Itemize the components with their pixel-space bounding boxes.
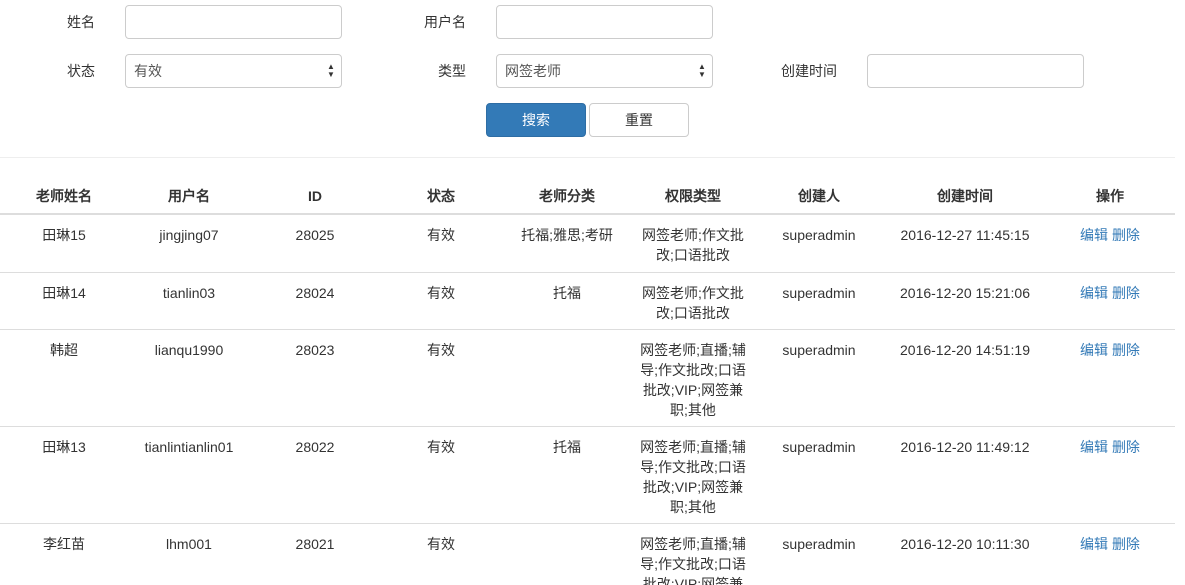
- name-input[interactable]: [125, 5, 342, 39]
- delete-link[interactable]: 删除: [1112, 439, 1140, 455]
- created-time: 2016-12-27 11:45:15: [900, 227, 1030, 243]
- table-row: 田琳15 jingjing07 28025 有效 托福;雅思;考研 网签老师;作…: [0, 215, 1175, 272]
- teacher-id: 28025: [295, 227, 335, 243]
- delete-link[interactable]: 删除: [1112, 285, 1140, 301]
- teacher-id: 28023: [295, 342, 335, 358]
- permission-line: 职;其他: [670, 402, 716, 418]
- creator: superadmin: [782, 342, 856, 358]
- username: lhm001: [166, 536, 212, 552]
- permission-type: 网签老师;作文批 改;口语批改: [633, 225, 753, 265]
- table-row: 田琳14 tianlin03 28024 有效 托福 网签老师;作文批 改;口语…: [0, 272, 1175, 330]
- teacher-id: 28022: [295, 439, 335, 455]
- username-label: 用户名: [424, 14, 466, 30]
- edit-link[interactable]: 编辑: [1080, 227, 1108, 243]
- permission-type: 网签老师;直播;辅 导;作文批改;口语 批改;VIP;网签兼 职;其他: [633, 437, 753, 517]
- teacher-category: 托福: [553, 285, 581, 301]
- name-label: 姓名: [67, 14, 95, 30]
- username: tianlintianlin01: [144, 439, 234, 455]
- creator: superadmin: [782, 285, 856, 301]
- permission-line: 批改;VIP;网签兼: [642, 479, 744, 495]
- row-actions: 编辑 删除: [1050, 283, 1170, 303]
- status: 有效: [427, 227, 455, 243]
- permission-type: 网签老师;直播;辅 导;作文批改;口语 批改;VIP;网签兼: [633, 534, 753, 585]
- edit-link[interactable]: 编辑: [1080, 439, 1108, 455]
- select-arrows-icon: ▲ ▼: [698, 62, 706, 79]
- select-arrows-icon: ▲ ▼: [327, 62, 335, 79]
- permission-line: 网签老师;直播;辅: [640, 342, 746, 358]
- edit-link[interactable]: 编辑: [1080, 536, 1108, 552]
- teacher-name: 韩超: [50, 342, 78, 358]
- col-teacher-category: 老师分类: [539, 188, 595, 204]
- status: 有效: [427, 285, 455, 301]
- delete-link[interactable]: 删除: [1112, 227, 1140, 243]
- teacher-name: 李红苗: [43, 536, 85, 552]
- search-button[interactable]: 搜索: [486, 103, 586, 137]
- col-teacher-name: 老师姓名: [36, 188, 92, 204]
- teacher-id: 28024: [295, 285, 335, 301]
- col-created-time: 创建时间: [937, 188, 993, 204]
- permission-line: 改;口语批改: [656, 305, 730, 321]
- row-actions: 编辑 删除: [1050, 225, 1170, 245]
- created-time: 2016-12-20 14:51:19: [900, 342, 1030, 358]
- permission-line: 职;其他: [670, 499, 716, 515]
- permission-type: 网签老师;直播;辅 导;作文批改;口语 批改;VIP;网签兼 职;其他: [633, 340, 753, 420]
- reset-button[interactable]: 重置: [589, 103, 689, 137]
- permission-line: 导;作文批改;口语: [640, 459, 746, 475]
- status: 有效: [427, 342, 455, 358]
- username: tianlin03: [162, 285, 216, 301]
- col-permission-type: 权限类型: [665, 188, 721, 204]
- created-time: 2016-12-20 15:21:06: [900, 285, 1030, 301]
- edit-link[interactable]: 编辑: [1080, 285, 1108, 301]
- status-select[interactable]: 有效 ▲ ▼: [125, 54, 342, 88]
- permission-line: 导;作文批改;口语: [640, 556, 746, 572]
- creator: superadmin: [782, 536, 856, 552]
- username: lianqu1990: [154, 342, 224, 358]
- col-creator: 创建人: [798, 188, 840, 204]
- type-select[interactable]: 网签老师 ▲ ▼: [496, 54, 713, 88]
- status-label: 状态: [67, 63, 95, 79]
- col-username: 用户名: [168, 188, 210, 204]
- teacher-name: 田琳13: [42, 439, 86, 455]
- status-select-value: 有效: [134, 63, 162, 79]
- table-row: 李红苗 lhm001 28021 有效 网签老师;直播;辅 导;作文批改;口语 …: [0, 523, 1175, 585]
- table-row: 田琳13 tianlintianlin01 28022 有效 托福 网签老师;直…: [0, 426, 1175, 524]
- status: 有效: [427, 439, 455, 455]
- type-select-value: 网签老师: [505, 63, 561, 79]
- row-actions: 编辑 删除: [1050, 534, 1170, 554]
- created-time-input[interactable]: [867, 54, 1084, 88]
- type-label: 类型: [438, 63, 466, 79]
- status: 有效: [427, 536, 455, 552]
- col-actions: 操作: [1096, 188, 1124, 204]
- col-id: ID: [308, 188, 322, 204]
- row-actions: 编辑 删除: [1050, 340, 1170, 360]
- teacher-id: 28021: [295, 536, 335, 552]
- created-time: 2016-12-20 11:49:12: [900, 439, 1030, 455]
- permission-line: 改;口语批改: [656, 247, 730, 263]
- created-time-label: 创建时间: [781, 63, 837, 79]
- created-time: 2016-12-20 10:11:30: [900, 536, 1030, 552]
- section-divider: [0, 157, 1175, 158]
- username-input[interactable]: [496, 5, 713, 39]
- edit-link[interactable]: 编辑: [1080, 342, 1108, 358]
- permission-line: 网签老师;直播;辅: [640, 536, 746, 552]
- permission-line: 网签老师;作文批: [642, 227, 744, 243]
- teacher-name: 田琳15: [42, 227, 86, 243]
- permission-line: 导;作文批改;口语: [640, 362, 746, 378]
- col-status: 状态: [427, 188, 455, 204]
- creator: superadmin: [782, 439, 856, 455]
- teacher-category: 托福;雅思;考研: [521, 227, 613, 243]
- creator: superadmin: [782, 227, 856, 243]
- row-actions: 编辑 删除: [1050, 437, 1170, 457]
- delete-link[interactable]: 删除: [1112, 536, 1140, 552]
- teacher-category: 托福: [553, 439, 581, 455]
- username: jingjing07: [159, 227, 219, 243]
- permission-line: 网签老师;作文批: [642, 285, 744, 301]
- permission-line: 批改;VIP;网签兼: [642, 382, 744, 398]
- delete-link[interactable]: 删除: [1112, 342, 1140, 358]
- permission-type: 网签老师;作文批 改;口语批改: [633, 283, 753, 323]
- table-row: 韩超 lianqu1990 28023 有效 网签老师;直播;辅 导;作文批改;…: [0, 329, 1175, 427]
- teacher-name: 田琳14: [42, 285, 86, 301]
- permission-line: 批改;VIP;网签兼: [642, 576, 744, 585]
- permission-line: 网签老师;直播;辅: [640, 439, 746, 455]
